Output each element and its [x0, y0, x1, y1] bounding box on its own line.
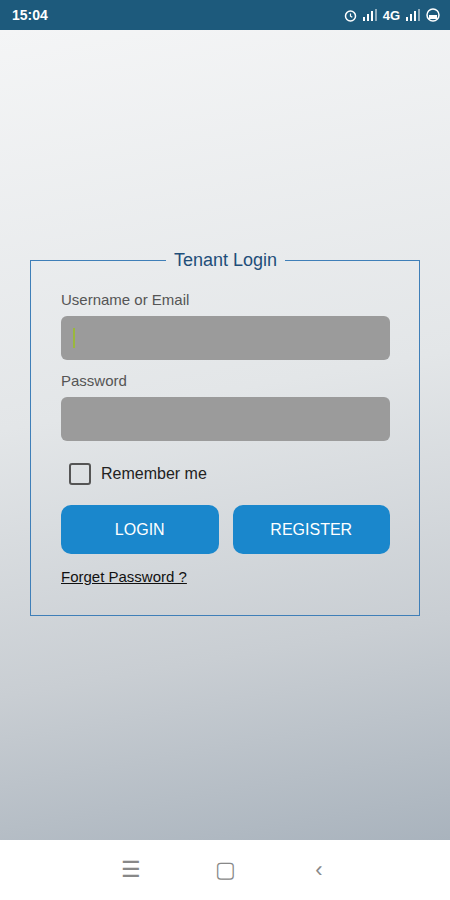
signal-icon — [363, 9, 377, 21]
alarm-icon — [344, 9, 357, 22]
login-title: Tenant Login — [166, 250, 285, 271]
signal-icon — [406, 9, 420, 21]
status-icons: 4G — [344, 8, 440, 23]
nav-button[interactable]: ‹ — [307, 857, 331, 883]
action-button[interactable]: LOGIN — [61, 505, 219, 554]
action-button[interactable]: REGISTER — [233, 505, 391, 554]
status-time: 15:04 — [12, 7, 48, 23]
button-row: LOGIN REGISTER — [61, 505, 390, 554]
forgot-password-link[interactable]: Forget Password ? — [61, 568, 187, 585]
text-caret — [73, 328, 75, 348]
login-screen: 15:04 4G Tenant Login Username or Email Pass… — [0, 0, 450, 900]
password-input[interactable] — [61, 397, 390, 441]
nav-button[interactable]: ▢ — [213, 857, 237, 883]
username-input[interactable] — [61, 316, 390, 360]
nav-button[interactable]: ☰ — [119, 857, 143, 883]
nav-bar: ☰ ▢ ‹ — [0, 840, 450, 900]
status-bar: 15:04 4G — [0, 0, 450, 30]
battery-icon — [426, 8, 440, 22]
remember-me[interactable]: Remember me — [69, 463, 390, 485]
field-label: Password — [61, 372, 390, 389]
network-type: 4G — [383, 8, 400, 23]
login-card: Tenant Login Username or Email Password Rem… — [30, 250, 420, 616]
remember-label: Remember me — [101, 465, 207, 483]
background-photo: Tenant Login Username or Email Password Rem… — [0, 30, 450, 840]
field-label: Username or Email — [61, 291, 390, 308]
checkbox[interactable] — [69, 463, 91, 485]
